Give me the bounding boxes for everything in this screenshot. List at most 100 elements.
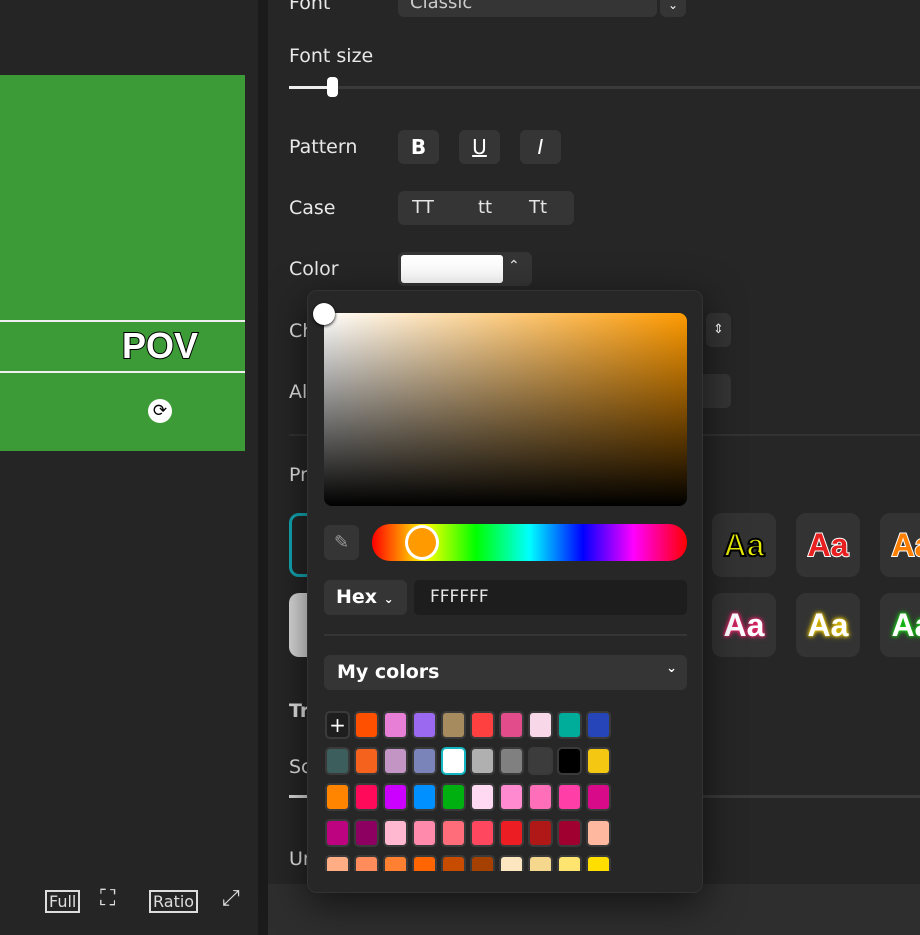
color-swatch[interactable]: [557, 855, 582, 871]
preset-tile[interactable]: Aa: [796, 593, 860, 657]
color-swatch[interactable]: [325, 819, 350, 847]
underline-button[interactable]: U: [459, 130, 500, 164]
color-swatch[interactable]: [412, 819, 437, 847]
color-swatch[interactable]: [401, 255, 503, 283]
swatch-grid: +: [324, 710, 694, 871]
caption-box-top: [0, 320, 245, 322]
color-swatch[interactable]: [528, 711, 553, 739]
color-swatch[interactable]: [499, 819, 524, 847]
color-swatch[interactable]: [586, 819, 611, 847]
color-swatch[interactable]: [586, 783, 611, 811]
full-button[interactable]: Full: [45, 890, 81, 913]
preset-tile[interactable]: Aa: [712, 513, 776, 577]
color-swatch[interactable]: [354, 855, 379, 871]
color-swatch[interactable]: [412, 783, 437, 811]
color-swatch[interactable]: [499, 783, 524, 811]
color-swatch[interactable]: [499, 711, 524, 739]
divider: [324, 634, 687, 636]
color-swatch[interactable]: [586, 747, 611, 775]
caption-text[interactable]: POV: [80, 324, 240, 367]
color-swatch[interactable]: [441, 711, 466, 739]
hex-input[interactable]: FFFFFF: [414, 580, 687, 615]
italic-button[interactable]: I: [520, 130, 561, 164]
case-upper-button[interactable]: TT: [400, 197, 446, 218]
color-swatch[interactable]: [441, 783, 466, 811]
color-swatch[interactable]: [383, 783, 408, 811]
color-swatch[interactable]: [354, 783, 379, 811]
color-mode-select[interactable]: Hex ⌄: [324, 580, 407, 615]
color-swatch[interactable]: [528, 855, 553, 871]
color-swatch[interactable]: [354, 819, 379, 847]
saturation-value-area[interactable]: [324, 313, 687, 506]
font-select[interactable]: Classic: [398, 0, 657, 17]
preset-tile[interactable]: Aa: [796, 513, 860, 577]
sv-thumb[interactable]: [313, 303, 335, 325]
color-swatch[interactable]: [383, 711, 408, 739]
rotate-icon[interactable]: ⟳: [148, 399, 172, 423]
ratio-button[interactable]: Ratio: [149, 890, 199, 913]
video-preview[interactable]: [0, 75, 245, 451]
color-swatch[interactable]: [354, 711, 379, 739]
color-swatch[interactable]: [354, 747, 379, 775]
chevron-down-icon: ⌄: [383, 592, 394, 606]
preview-panel: POV ⟳ Full ⛶ Ratio ⤢: [0, 0, 258, 935]
color-swatch[interactable]: [325, 855, 350, 871]
color-swatch[interactable]: [412, 711, 437, 739]
color-swatch[interactable]: [412, 747, 437, 775]
preset-tile[interactable]: Aa: [712, 593, 776, 657]
color-label: Color: [289, 258, 339, 280]
chevron-up-icon[interactable]: ⌃: [508, 258, 520, 274]
preset-tile[interactable]: Aa: [880, 513, 920, 577]
color-swatch[interactable]: [470, 855, 495, 871]
case-label: Case: [289, 197, 336, 219]
panel-divider[interactable]: [258, 0, 268, 935]
hue-thumb[interactable]: [405, 525, 439, 560]
fullscreen-icon[interactable]: ⤢: [222, 886, 240, 912]
color-swatch[interactable]: [557, 819, 582, 847]
align-button[interactable]: [700, 374, 731, 408]
color-swatch[interactable]: [325, 747, 350, 775]
zoom-fit-icon[interactable]: ⛶: [100, 886, 115, 912]
color-swatch[interactable]: [470, 711, 495, 739]
case-title-button[interactable]: Tt: [515, 197, 561, 218]
case-lower-button[interactable]: tt: [462, 197, 508, 218]
preset-tile[interactable]: Aa: [880, 593, 920, 657]
slider-fill: [289, 795, 309, 798]
font-size-slider[interactable]: [289, 86, 920, 89]
add-color-button[interactable]: +: [325, 711, 350, 739]
color-swatch[interactable]: [383, 819, 408, 847]
color-swatch[interactable]: [470, 819, 495, 847]
color-swatch[interactable]: [499, 855, 524, 871]
color-swatch[interactable]: [557, 783, 582, 811]
color-mode-value: Hex: [336, 586, 378, 608]
pattern-label: Pattern: [289, 136, 358, 158]
chevron-down-icon[interactable]: ⌄: [660, 0, 686, 17]
color-swatch[interactable]: [325, 783, 350, 811]
bold-button[interactable]: B: [398, 130, 439, 164]
chevron-down-icon: ⌄: [666, 661, 677, 676]
color-swatch[interactable]: [557, 747, 582, 775]
color-swatch[interactable]: [441, 747, 466, 775]
hidden-label: Al: [289, 381, 308, 403]
color-swatch[interactable]: [441, 819, 466, 847]
color-swatch[interactable]: [528, 819, 553, 847]
slider-fill: [289, 86, 332, 89]
stepper-icon[interactable]: ⇕: [706, 313, 731, 347]
color-swatch[interactable]: [557, 711, 582, 739]
color-swatch[interactable]: [528, 747, 553, 775]
font-size-label: Font size: [289, 45, 374, 67]
color-swatch[interactable]: [412, 855, 437, 871]
color-swatch[interactable]: [470, 747, 495, 775]
color-swatch[interactable]: [383, 855, 408, 871]
color-swatch[interactable]: [586, 711, 611, 739]
color-swatch[interactable]: [441, 855, 466, 871]
my-colors-dropdown[interactable]: My colors ⌄: [324, 655, 687, 690]
color-swatch[interactable]: [470, 783, 495, 811]
color-swatch[interactable]: [383, 747, 408, 775]
color-swatch[interactable]: [586, 855, 611, 871]
color-swatch[interactable]: [528, 783, 553, 811]
font-label: Font: [289, 0, 331, 14]
color-swatch[interactable]: [499, 747, 524, 775]
slider-thumb[interactable]: [327, 77, 338, 97]
eyedropper-icon[interactable]: ✎: [324, 525, 359, 560]
